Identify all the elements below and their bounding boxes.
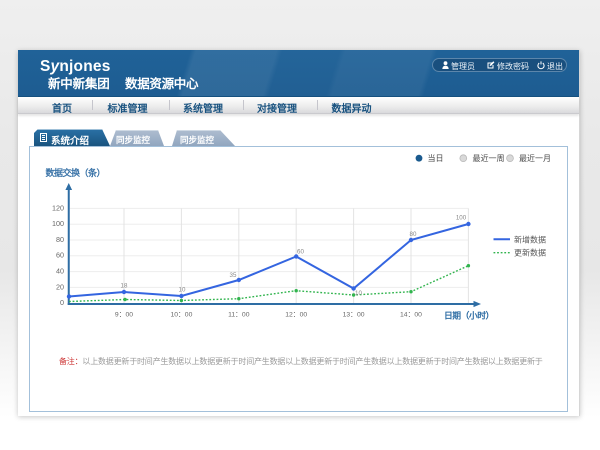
svg-text:新增数据: 新增数据 — [514, 234, 546, 244]
svg-text:9：00: 9：00 — [115, 312, 133, 319]
svg-text:40: 40 — [56, 267, 64, 276]
svg-text:最近一周: 最近一周 — [473, 153, 505, 163]
svg-text:18: 18 — [121, 283, 128, 290]
svg-text:60: 60 — [56, 251, 64, 260]
svg-text:11：00: 11：00 — [228, 312, 250, 319]
svg-text:0: 0 — [60, 298, 64, 307]
svg-text:35: 35 — [230, 272, 237, 279]
svg-text:100: 100 — [52, 219, 64, 228]
svg-text:13：00: 13：00 — [343, 312, 365, 319]
svg-text:最近一月: 最近一月 — [519, 153, 551, 163]
svg-text:10: 10 — [179, 287, 186, 294]
svg-text:12：00: 12：00 — [285, 312, 307, 319]
svg-text:14：00: 14：00 — [400, 312, 422, 319]
svg-text:80: 80 — [56, 235, 64, 244]
svg-text:60: 60 — [297, 249, 304, 256]
svg-text:数据交换（条）: 数据交换（条） — [46, 167, 106, 178]
svg-text:120: 120 — [52, 203, 64, 212]
svg-text:100: 100 — [456, 215, 467, 222]
svg-text:当日: 当日 — [428, 153, 444, 163]
svg-text:更新数据: 更新数据 — [514, 248, 546, 258]
svg-text:80: 80 — [410, 231, 417, 238]
svg-text:10: 10 — [355, 290, 362, 297]
svg-text:10：00: 10：00 — [170, 312, 192, 319]
svg-text:20: 20 — [56, 282, 64, 291]
svg-text:日期（小时）: 日期（小时） — [444, 310, 494, 321]
